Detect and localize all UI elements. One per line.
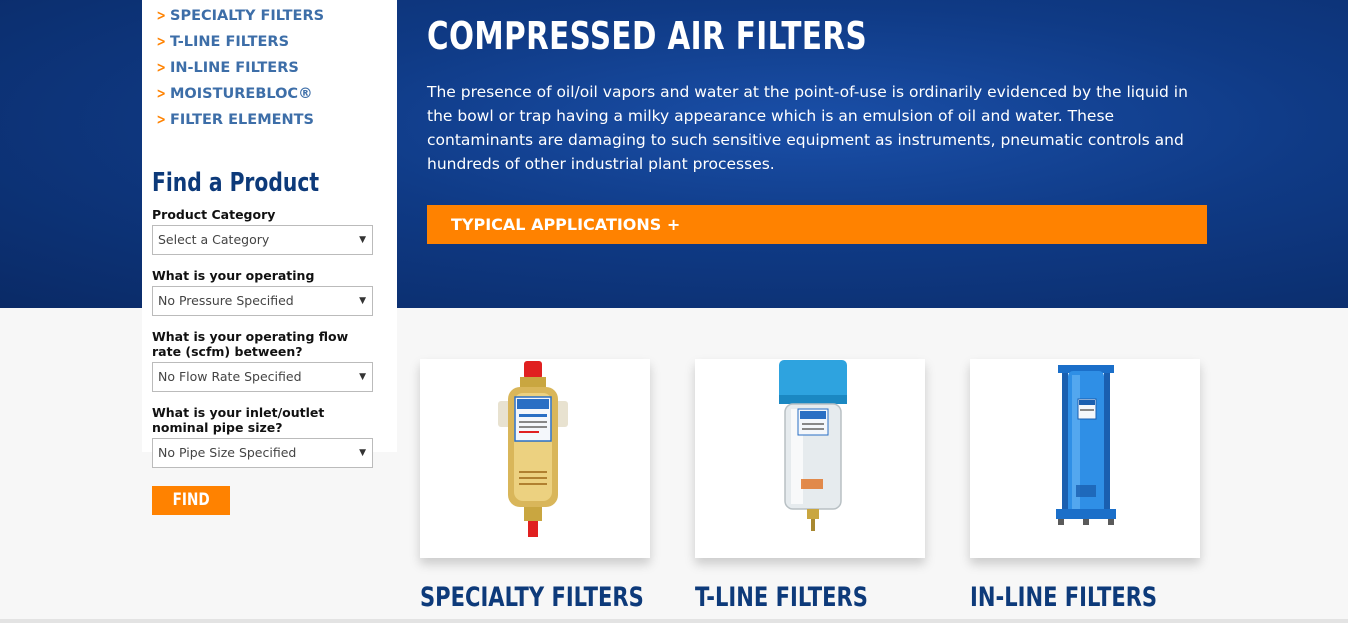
specialty-filter-image xyxy=(498,361,568,537)
chevron-right-icon: > xyxy=(156,60,166,76)
sidebar-item-moisturebloc[interactable]: > MOISTUREBLOC® xyxy=(155,81,324,107)
sidebar-item-specialty-filters[interactable]: > SPECIALTY FILTERS xyxy=(155,3,325,29)
product-card-in-line-filters[interactable] xyxy=(970,359,1200,558)
select-value: Select a Category xyxy=(158,232,270,247)
sidebar-item-filter-elements[interactable]: > FILTER ELEMENTS xyxy=(155,107,324,133)
select-value: No Flow Rate Specified xyxy=(158,369,302,384)
product-title-specialty-filters[interactable]: SPECIALTY FILTERS xyxy=(420,582,644,613)
page-title: COMPRESSED AIR FILTERS xyxy=(427,14,868,58)
find-button[interactable]: FIND xyxy=(152,486,230,515)
in-line-filter-image xyxy=(1056,365,1116,525)
chevron-right-icon: > xyxy=(156,8,166,24)
product-category-label: Product Category xyxy=(152,207,276,222)
sidebar-item-in-line-filters[interactable]: > IN-LINE FILTERS xyxy=(155,55,324,81)
sidebar-item-label: FILTER ELEMENTS xyxy=(170,112,315,128)
product-card-t-line-filters[interactable] xyxy=(695,359,925,558)
flow-rate-label: What is your operating flow rate (scfm) … xyxy=(152,329,349,359)
hero-description: The presence of oil/oil vapors and water… xyxy=(427,83,1188,173)
chevron-right-icon: > xyxy=(156,112,166,128)
sidebar-item-label: IN-LINE FILTERS xyxy=(170,60,299,76)
sidebar-item-label: MOISTUREBLOC® xyxy=(170,86,313,102)
page: COMPRESSED AIR FILTERS The presence of o… xyxy=(0,0,1348,623)
caret-down-icon: ▼ xyxy=(359,372,366,382)
sidebar-item-label: T-LINE FILTERS xyxy=(170,34,290,50)
pipe-size-select[interactable]: No Pipe Size Specified ▼ xyxy=(152,438,373,468)
product-title-in-line-filters[interactable]: IN-LINE FILTERS xyxy=(970,582,1157,613)
bottom-divider xyxy=(0,619,1348,623)
pipe-size-label: What is your inlet/outlet nominal pipe s… xyxy=(152,405,325,435)
product-title-t-line-filters[interactable]: T-LINE FILTERS xyxy=(695,582,868,613)
typical-applications-toggle[interactable]: TYPICAL APPLICATIONS + xyxy=(427,205,1207,244)
chevron-right-icon: > xyxy=(156,86,166,102)
caret-down-icon: ▼ xyxy=(359,235,366,245)
select-value: No Pipe Size Specified xyxy=(158,445,297,460)
sidebar: > SPECIALTY FILTERS > T-LINE FILTERS > I… xyxy=(142,0,397,468)
sidebar-item-t-line-filters[interactable]: > T-LINE FILTERS xyxy=(155,29,324,55)
product-category-select[interactable]: Select a Category ▼ xyxy=(152,225,373,255)
find-button-label: FIND xyxy=(172,490,210,510)
product-card-specialty-filters[interactable] xyxy=(420,359,650,558)
select-value: No Pressure Specified xyxy=(158,293,294,308)
chevron-right-icon: > xyxy=(156,34,166,50)
find-product-heading: Find a Product xyxy=(152,168,320,198)
operating-pressure-select[interactable]: No Pressure Specified ▼ xyxy=(152,286,373,316)
sidebar-item-label: SPECIALTY FILTERS xyxy=(170,8,325,24)
flow-rate-select[interactable]: No Flow Rate Specified ▼ xyxy=(152,362,373,392)
sidebar-nav: > SPECIALTY FILTERS > T-LINE FILTERS > I… xyxy=(155,3,325,133)
t-line-filter-image xyxy=(779,360,847,531)
caret-down-icon: ▼ xyxy=(359,296,366,306)
caret-down-icon: ▼ xyxy=(359,448,366,458)
